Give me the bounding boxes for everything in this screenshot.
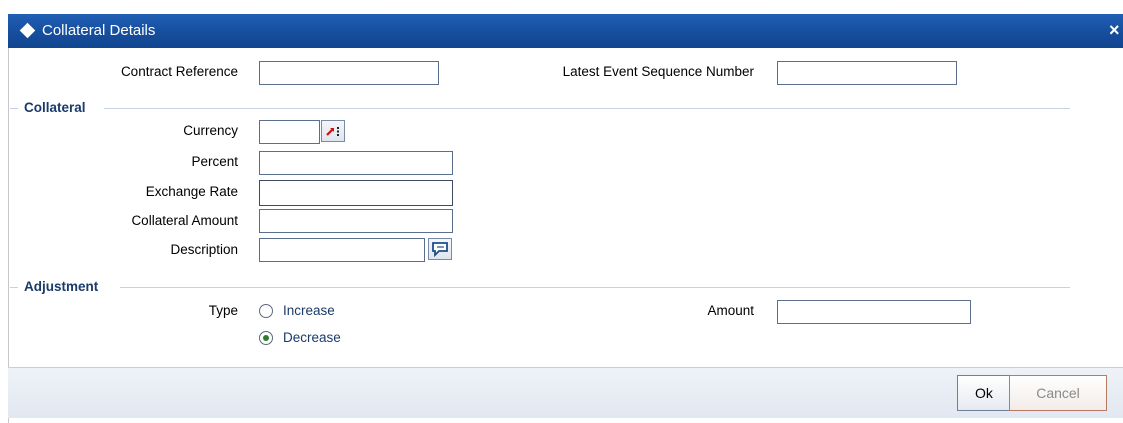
exchange-rate-label: Exchange Rate — [145, 184, 238, 199]
diamond-icon — [19, 22, 36, 39]
section-divider — [104, 108, 1070, 109]
title-bar: Collateral Details × — [8, 14, 1123, 48]
ok-button[interactable]: Ok — [957, 375, 1011, 411]
contract-reference-input[interactable] — [259, 61, 439, 85]
section-divider — [120, 287, 1070, 288]
radio-increase[interactable] — [259, 304, 273, 318]
amount-input[interactable] — [777, 300, 971, 324]
adjustment-section-title: Adjustment — [24, 279, 99, 294]
cancel-button[interactable]: Cancel — [1009, 375, 1107, 411]
collateral-details-window: Collateral Details × Contract Reference … — [0, 0, 1123, 423]
list-of-values-icon[interactable] — [321, 120, 345, 142]
currency-label: Currency — [183, 123, 238, 138]
radio-increase-label[interactable]: Increase — [283, 303, 335, 318]
latest-event-sequence-label: Latest Event Sequence Number — [562, 64, 754, 79]
dialog-footer: Ok Cancel — [8, 367, 1123, 418]
comment-edit-icon[interactable] — [428, 238, 452, 260]
collateral-section-title: Collateral — [24, 100, 86, 115]
window-title: Collateral Details — [42, 22, 156, 39]
collateral-amount-label: Collateral Amount — [131, 213, 238, 228]
description-label: Description — [170, 242, 238, 257]
section-divider — [10, 287, 18, 288]
percent-input[interactable] — [259, 151, 453, 175]
type-label: Type — [208, 303, 238, 318]
currency-input[interactable] — [259, 120, 320, 144]
radio-decrease[interactable] — [259, 331, 273, 345]
collateral-amount-input[interactable] — [259, 209, 453, 233]
radio-selected-dot — [263, 335, 269, 341]
exchange-rate-input[interactable] — [259, 180, 453, 206]
close-icon[interactable]: × — [1109, 20, 1123, 41]
description-input[interactable] — [259, 238, 425, 262]
amount-label: Amount — [707, 303, 754, 318]
section-divider — [10, 108, 18, 109]
contract-reference-label: Contract Reference — [120, 64, 238, 79]
latest-event-sequence-input[interactable] — [777, 61, 957, 85]
percent-label: Percent — [191, 154, 238, 169]
radio-decrease-label[interactable]: Decrease — [283, 330, 341, 345]
